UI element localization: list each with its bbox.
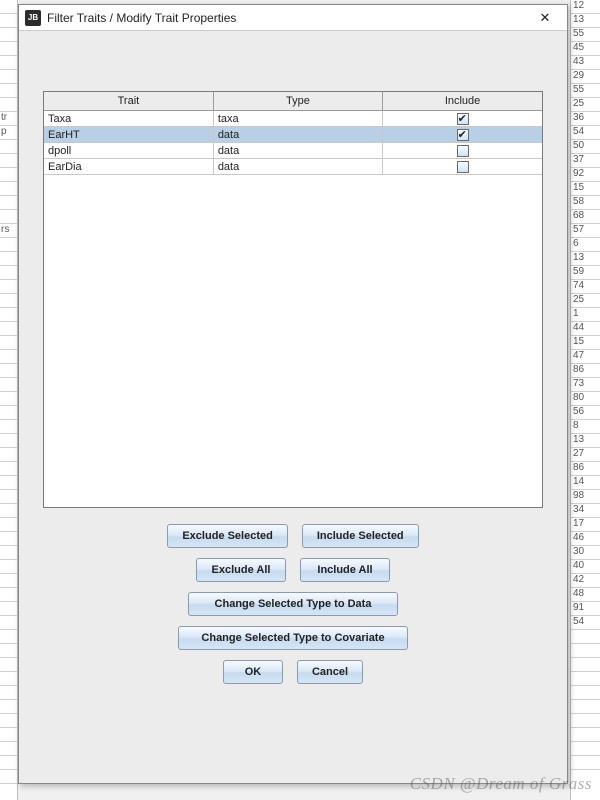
ok-button[interactable]: OK [223, 660, 283, 684]
col-header-type[interactable]: Type [213, 92, 382, 111]
table-row[interactable]: dpolldata [44, 143, 542, 159]
traits-table-container: Trait Type Include TaxataxaEarHTdatadpol… [43, 91, 543, 508]
include-checkbox[interactable] [457, 161, 469, 173]
button-row-2: Exclude All Include All [196, 558, 390, 582]
include-checkbox[interactable] [457, 113, 469, 125]
include-checkbox[interactable] [457, 145, 469, 157]
cell-type[interactable]: data [213, 159, 382, 175]
exclude-all-button[interactable]: Exclude All [196, 558, 286, 582]
col-header-trait[interactable]: Trait [44, 92, 213, 111]
change-type-to-covariate-button[interactable]: Change Selected Type to Covariate [178, 626, 408, 650]
button-row-4: Change Selected Type to Covariate [178, 626, 408, 650]
app-icon: JB [25, 10, 41, 26]
include-selected-button[interactable]: Include Selected [302, 524, 419, 548]
cell-include[interactable] [383, 111, 542, 127]
cell-include[interactable] [383, 127, 542, 143]
table-row[interactable]: Taxataxa [44, 111, 542, 127]
close-icon[interactable]: ✕ [529, 7, 561, 29]
dialog-content: Trait Type Include TaxataxaEarHTdatadpol… [19, 31, 567, 698]
change-type-to-data-button[interactable]: Change Selected Type to Data [188, 592, 398, 616]
cell-include[interactable] [383, 143, 542, 159]
table-body: TaxataxaEarHTdatadpolldataEarDiadata [44, 111, 542, 175]
table-row[interactable]: EarHTdata [44, 127, 542, 143]
background-right-stub: 1213554543295525365450379215586857613597… [570, 0, 600, 800]
cell-trait[interactable]: dpoll [44, 143, 213, 159]
cell-type[interactable]: taxa [213, 111, 382, 127]
button-row-1: Exclude Selected Include Selected [167, 524, 418, 548]
button-row-3: Change Selected Type to Data [188, 592, 398, 616]
cell-type[interactable]: data [213, 127, 382, 143]
cancel-button[interactable]: Cancel [297, 660, 363, 684]
dialog-title: Filter Traits / Modify Trait Properties [47, 11, 529, 25]
cell-trait[interactable]: EarDia [44, 159, 213, 175]
button-area: Exclude Selected Include Selected Exclud… [167, 524, 418, 684]
include-checkbox[interactable] [457, 129, 469, 141]
exclude-selected-button[interactable]: Exclude Selected [167, 524, 288, 548]
col-header-include[interactable]: Include [383, 92, 542, 111]
titlebar: JB Filter Traits / Modify Trait Properti… [19, 5, 567, 31]
table-header-row: Trait Type Include [44, 92, 542, 111]
filter-traits-dialog: JB Filter Traits / Modify Trait Properti… [18, 4, 568, 784]
cell-trait[interactable]: EarHT [44, 127, 213, 143]
cell-type[interactable]: data [213, 143, 382, 159]
cell-trait[interactable]: Taxa [44, 111, 213, 127]
include-all-button[interactable]: Include All [300, 558, 390, 582]
table-row[interactable]: EarDiadata [44, 159, 542, 175]
background-left-stub: trprs [0, 0, 18, 800]
traits-table: Trait Type Include TaxataxaEarHTdatadpol… [44, 92, 542, 175]
button-row-5: OK Cancel [223, 660, 363, 684]
cell-include[interactable] [383, 159, 542, 175]
